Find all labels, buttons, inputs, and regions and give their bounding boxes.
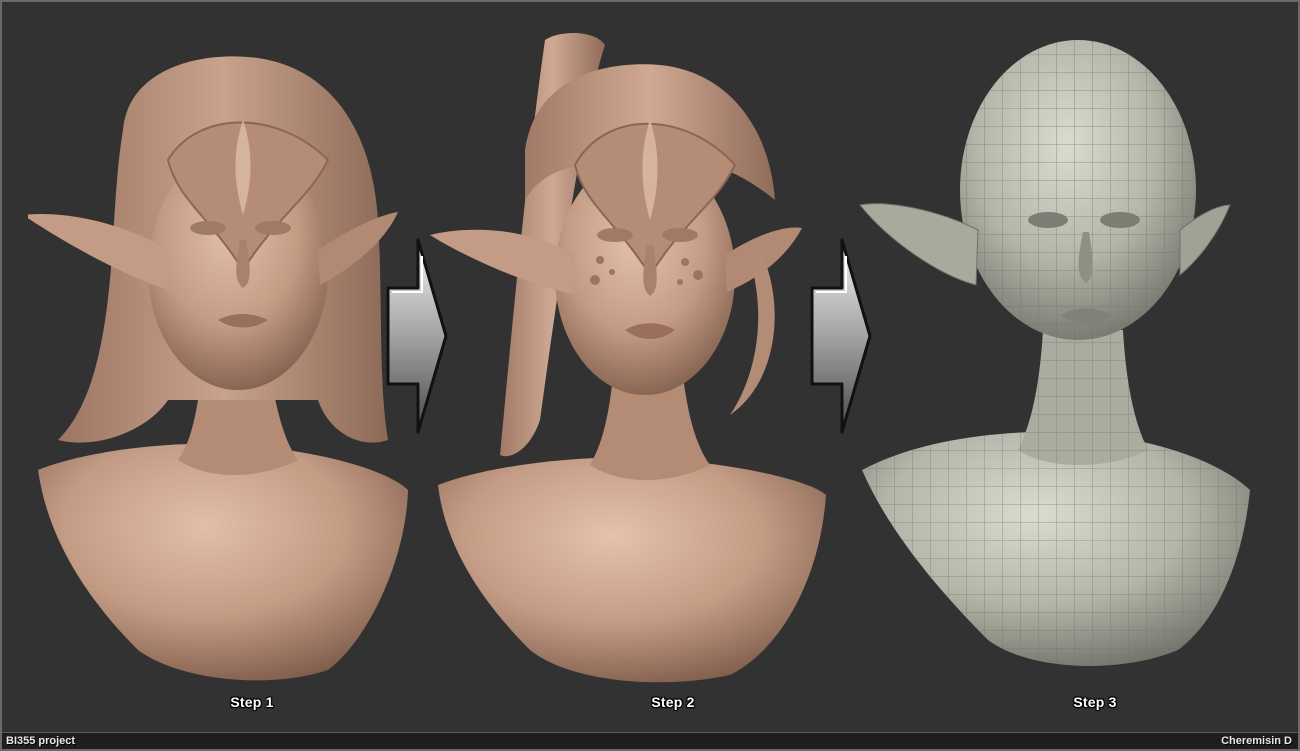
project-name: BI355 project bbox=[6, 735, 76, 747]
presentation-canvas: Step 1 Step 2 Step 3 BI355 project Chere… bbox=[0, 0, 1300, 751]
step-3-caption: Step 3 bbox=[1073, 694, 1117, 710]
bust-step-1-image bbox=[28, 0, 418, 690]
footer-bar: BI355 project Cheremisin D bbox=[0, 732, 1300, 751]
stage: Step 1 Step 2 Step 3 bbox=[0, 0, 1300, 732]
step-2-caption: Step 2 bbox=[651, 694, 695, 710]
bust-step-2-image bbox=[430, 0, 830, 690]
author-name: Cheremisin D bbox=[1221, 735, 1292, 747]
bust-step-3-image bbox=[858, 0, 1258, 690]
step-1-caption: Step 1 bbox=[230, 694, 274, 710]
